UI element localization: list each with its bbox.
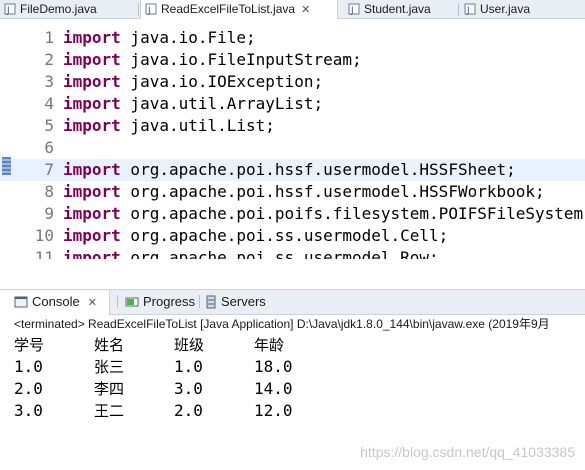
svg-text:J: J (466, 6, 470, 15)
tab-servers[interactable]: Servers (205, 290, 266, 314)
tab-label: User.java (480, 2, 531, 16)
svg-text:J: J (350, 6, 354, 15)
watermark-text: https://blog.csdn.net/qq_41033385 (360, 444, 575, 460)
tab-console[interactable]: Console ✕ (0, 290, 110, 315)
cell-class: 2.0 (174, 401, 203, 420)
tab-label: Console (32, 294, 80, 309)
tab-readexcelfiletolist[interactable]: J ReadExcelFileToList.java ✕ (140, 0, 338, 19)
cell-student-id: 3.0 (14, 401, 43, 420)
tab-label: ReadExcelFileToList.java (161, 2, 296, 16)
code-text: org.apache.poi.hssf.usermodel.HSSFWorkbo… (120, 182, 545, 201)
line-number: 5 (44, 116, 54, 135)
console-output[interactable]: 学号 姓名 班级 年龄 1.0 张三 1.0 18.0 2.0 李四 3.0 1… (0, 334, 585, 470)
code-line: 1 import java.io.File; (0, 27, 585, 49)
tab-label: Student.java (364, 2, 431, 16)
keyword: import (63, 248, 121, 259)
code-line: 3 import java.io.IOException; (0, 71, 585, 93)
code-text: java.util.ArrayList; (120, 94, 324, 113)
cell-student-id: 2.0 (14, 379, 43, 398)
java-file-icon: J (145, 2, 157, 16)
line-number: 9 (44, 204, 54, 223)
cell-student-id: 1.0 (14, 357, 43, 376)
code-line: 10 import org.apache.poi.ss.usermodel.Cel… (0, 225, 585, 247)
svg-text:J: J (147, 6, 151, 15)
line-number: 4 (44, 94, 54, 113)
console-icon (14, 293, 28, 317)
code-line: 4 import java.util.ArrayList; (0, 93, 585, 115)
keyword: import (63, 226, 121, 245)
tab-user[interactable]: J User.java (464, 0, 564, 18)
keyword: import (63, 50, 121, 69)
tab-filedemo[interactable]: J FileDemo.java (4, 0, 132, 18)
code-line: 9 import org.apache.poi.poifs.filesystem.… (0, 203, 585, 225)
code-text: org.apache.poi.ss.usermodel.Row; (120, 248, 439, 259)
keyword: import (63, 116, 121, 135)
keyword: import (63, 182, 121, 201)
line-number: 1 (44, 28, 54, 47)
servers-icon (205, 293, 217, 317)
code-text: org.apache.poi.ss.usermodel.Cell; (120, 226, 449, 245)
cell-age: 12.0 (254, 401, 293, 420)
progress-icon (125, 293, 139, 317)
cell-name: 张三 (94, 358, 125, 376)
header-student-id: 学号 (14, 336, 45, 354)
occurrence-marker-icon[interactable] (2, 157, 11, 175)
code-editor[interactable]: 1 import java.io.File; 2 import java.io.Fi… (0, 19, 585, 259)
line-number: 8 (44, 182, 54, 201)
line-number: 10 (34, 226, 54, 245)
code-line: 8 import org.apache.poi.hssf.usermodel.HS… (0, 181, 585, 203)
code-text: org.apache.poi.hssf.usermodel.HSSFSheet; (120, 160, 516, 179)
line-number: 3 (44, 72, 54, 91)
view-tab-bar: Console ✕ Progress Servers (0, 289, 585, 315)
header-name: 姓名 (94, 336, 125, 354)
code-text: java.io.File; (120, 28, 256, 47)
keyword: import (63, 72, 121, 91)
svg-text:J: J (6, 6, 10, 15)
keyword: import (63, 28, 121, 47)
line-number: 6 (44, 138, 54, 157)
tab-student[interactable]: J Student.java (348, 0, 452, 18)
tab-label: Progress (143, 294, 196, 309)
code-text: java.io.FileInputStream; (120, 50, 362, 69)
tab-progress[interactable]: Progress (125, 290, 195, 314)
keyword: import (63, 204, 121, 223)
tab-label: FileDemo.java (20, 2, 97, 16)
java-file-icon: J (348, 2, 360, 16)
tab-label: Servers (221, 294, 266, 309)
cell-age: 14.0 (254, 379, 293, 398)
code-text: java.util.List; (120, 116, 275, 135)
console-status-line: <terminated> ReadExcelFileToList [Java A… (0, 315, 585, 333)
header-class: 班级 (174, 336, 205, 354)
code-line-current: 7 import org.apache.poi.hssf.usermodel.HS… (0, 159, 585, 181)
keyword: import (63, 160, 121, 179)
header-age: 年龄 (254, 336, 285, 354)
cell-age: 18.0 (254, 357, 293, 376)
editor-tab-bar: J FileDemo.java J ReadExcelFileToList.ja… (0, 0, 585, 19)
line-number: 11 (34, 248, 54, 259)
code-line: 11 import org.apache.poi.ss.usermodel.Row… (0, 247, 585, 259)
code-line: 5 import java.util.List; (0, 115, 585, 137)
code-text: org.apache.poi.poifs.filesystem.POIFSFil… (120, 204, 585, 223)
line-number: 2 (44, 50, 54, 69)
java-file-icon: J (464, 2, 476, 16)
line-number: 7 (44, 160, 54, 179)
close-icon[interactable]: ✕ (88, 297, 97, 309)
close-icon[interactable]: ✕ (301, 4, 310, 16)
code-line: 6 (0, 137, 585, 159)
code-text: java.io.IOException; (120, 72, 324, 91)
cell-class: 1.0 (174, 357, 203, 376)
java-file-icon: J (4, 2, 16, 16)
cell-name: 王二 (94, 402, 125, 420)
cell-class: 3.0 (174, 379, 203, 398)
code-line: 2 import java.io.FileInputStream; (0, 49, 585, 71)
keyword: import (63, 94, 121, 113)
cell-name: 李四 (94, 380, 125, 398)
